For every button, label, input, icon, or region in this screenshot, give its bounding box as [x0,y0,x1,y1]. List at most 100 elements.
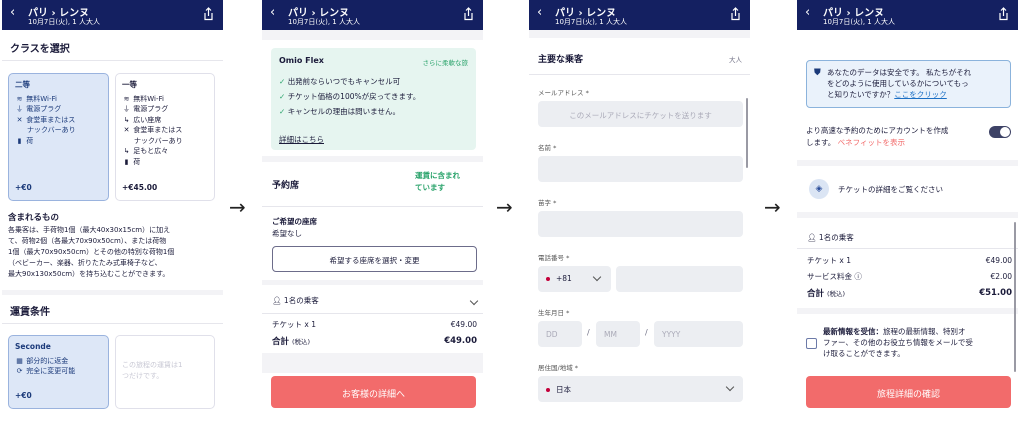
first-name-field[interactable] [538,156,743,182]
feature-wifi: ≋ 無料Wi-Fi [16,94,57,103]
flow-stage: ‹ パリ › レンヌ 10月7日(火), 1 人大人 クラスを選択 二等 ≋ 無… [0,0,1024,427]
wifi-icon: ≋ [123,94,130,103]
fare-title: 運賃条件 [10,307,50,318]
dob-day-field[interactable]: DD [538,321,582,347]
check-icon: ✓ [279,92,286,101]
app-header: ‹ パリ › レンヌ 10月7日(火), 1 人大人 [529,0,750,30]
app-header: ‹ パリ › レンヌ 10月7日(火), 1 人大人 [262,0,483,30]
flex-panel: Omio Flex さらに柔軟な旅 ✓ 出発前ならいつでもキャンセル可 ✓ チケ… [262,40,483,156]
screen-review: ‹ パリ › レンヌ 10月7日(火), 1 人大人 ⛊ あなたのデータは安全で… [797,0,1018,413]
reserve-title: 予約席 [272,181,300,191]
country-select[interactable]: 日本 [538,376,743,402]
included-text: 各乗客は、手荷物1個（最大40x30x15cm）に加え て、荷物2個（各最大70… [8,226,175,278]
scrollbar[interactable] [1014,222,1016,372]
class-panel: クラスを選択 二等 ≋ 無料Wi-Fi ⏚ 電源プラグ ✕ 食堂車またはス ナッ… [2,30,223,290]
first-name-label: 名前 * [538,144,557,152]
ticket-icon: ◈ [809,179,829,199]
main-passenger-title: 主要な乗客 [538,55,584,65]
phone-label: 電話番号 * [538,254,570,262]
flow-arrow: → [764,195,781,219]
back-icon[interactable]: ‹ [537,6,542,19]
dob-label: 生年月日 * [538,309,570,317]
total-row: 合計 (税込) €49.00 [272,336,477,347]
passenger-form: 主要な乗客 大人 メールアドレス * このメールアドレスにチケットを送ります 名… [529,38,750,413]
trip-subtitle: 10月7日(火), 1 人大人 [28,18,100,26]
last-name-label: 苗字 * [538,199,557,207]
flow-arrow: → [229,195,246,219]
person-icon: 👤︎ [807,233,817,242]
share-icon[interactable] [998,7,1009,21]
flex-tag: さらに柔軟な旅 [422,59,469,67]
fare-panel: 運賃条件 Seconde ▦ 部分的に返金 ⟳ 完全に変更可能 +€0 この旅程… [2,295,223,413]
dob-year-field[interactable]: YYYY [654,321,743,347]
feature-dining: ✕ 食堂車またはス [16,115,76,124]
share-icon[interactable] [463,7,474,21]
second-class-name: 二等 [15,80,30,89]
passenger-type: 大人 [729,56,742,64]
ticket-row: チケット x 1 €49.00 [807,256,1012,265]
chevron-down-icon [725,382,735,392]
summary-panel: 👤︎ 1名の乗客 チケット x 1 €49.00 合計 (税込) €49.00 お… [262,285,483,413]
chevron-down-icon [592,272,602,282]
luggage-icon: ▮ [124,157,129,166]
country-label: 居住国/地域 * [538,364,579,372]
account-text: より高速な予約のためにアカウントを作成 します。 ベネフィットを表示 [806,126,949,147]
summary-panel: 👤︎ 1名の乗客 チケット x 1 €49.00 サービス料金 ⓘ €2.00 合… [797,218,1018,308]
dob-month-field[interactable]: MM [596,321,640,347]
wifi-icon: ≋ [16,94,23,103]
country-code-select[interactable]: +81 [538,266,611,292]
ticket-details-row[interactable]: ◈ チケットの詳細をご覧ください [797,166,1018,212]
share-icon[interactable] [203,7,214,21]
privacy-panel: ⛊ あなたのデータは安全です。 私たちがそれ をどのように使用しているかについて… [797,30,1018,160]
plug-icon: ⏚ [16,105,23,113]
unavailable-fare-card: この旅程の運賃は1 つだけです。 [115,335,215,409]
screen-passenger-form: ‹ パリ › レンヌ 10月7日(火), 1 人大人 主要な乗客 大人 メールア… [529,0,750,413]
first-class-card[interactable]: 一等 ≋ 無料Wi-Fi ⏚ 電源プラグ ↳ 広い座席 ✕ 食堂車またはス ナッ… [115,73,215,201]
last-name-field[interactable] [538,211,743,237]
feature-plug: ⏚ 電源プラグ [16,105,62,113]
info-icon[interactable]: ⓘ [854,272,862,281]
reserve-note: 運賃に含まれ ています [415,171,460,192]
newsletter-panel: 最新情報を受信：旅程の最新情報、特別オ ファー、その他のお役立ち情報をメールで受… [797,314,1018,413]
phone-field[interactable] [616,266,743,292]
back-icon[interactable]: ‹ [10,6,15,19]
service-row: サービス料金 ⓘ €2.00 [807,272,1012,281]
continue-details-button[interactable]: お客様の詳細へ [271,376,476,408]
first-class-name: 一等 [122,80,137,89]
check-icon: ✓ [279,107,286,116]
check-icon: ✓ [279,77,286,86]
dining-icon: ✕ [123,126,130,134]
refund-icon: ▦ [16,356,23,365]
privacy-link[interactable]: ここをクリック [894,90,947,99]
passenger-count: 👤︎ 1名の乗客 [807,233,854,242]
confirm-trip-button[interactable]: 旅程詳細の確認 [806,376,1011,408]
flex-title: Omio Flex [279,56,324,65]
flex-details-link[interactable]: 詳細はこちら [279,134,324,145]
chevron-down-icon [469,296,479,305]
select-seat-button[interactable]: 希望する座席を選択・変更 [272,246,477,272]
class-title: クラスを選択 [10,44,70,55]
japan-flag-icon [546,277,550,281]
benefit-link[interactable]: ベネフィットを表示 [838,138,905,147]
ticket-row: チケット x 1 €49.00 [272,320,477,329]
second-class-card[interactable]: 二等 ≋ 無料Wi-Fi ⏚ 電源プラグ ✕ 食堂車またはス ナックバーあり ▮… [8,73,109,201]
share-icon[interactable] [730,7,741,21]
person-icon: 👤︎ [272,296,282,305]
newsletter-text: 最新情報を受信：旅程の最新情報、特別オ ファー、その他のお役立ち情報をメールで受… [823,327,973,358]
back-icon[interactable]: ‹ [270,6,275,19]
data-safe-box: ⛊ あなたのデータは安全です。 私たちがそれ をどのように使用しているかについて… [806,60,1011,108]
newsletter-checkbox[interactable] [806,338,817,349]
email-label: メールアドレス * [538,89,589,97]
app-header: ‹ パリ › レンヌ 10月7日(火), 1 人大人 [2,0,223,30]
shield-icon: ⛊ [814,68,821,78]
passenger-row[interactable]: 👤︎ 1名の乗客 [272,295,479,306]
email-field[interactable]: このメールアドレスにチケットを送ります [538,101,743,127]
feature-luggage: ▮ 荷 [15,136,102,147]
create-account-toggle[interactable] [989,126,1011,138]
back-icon[interactable]: ‹ [805,6,810,19]
scrollbar[interactable] [746,98,748,168]
seconde-name: Seconde [15,342,51,351]
seat-icon: ↳ [123,115,130,124]
pref-value: 希望なし [272,229,302,238]
seconde-fare-card[interactable]: Seconde ▦ 部分的に返金 ⟳ 完全に変更可能 +€0 [8,335,109,409]
